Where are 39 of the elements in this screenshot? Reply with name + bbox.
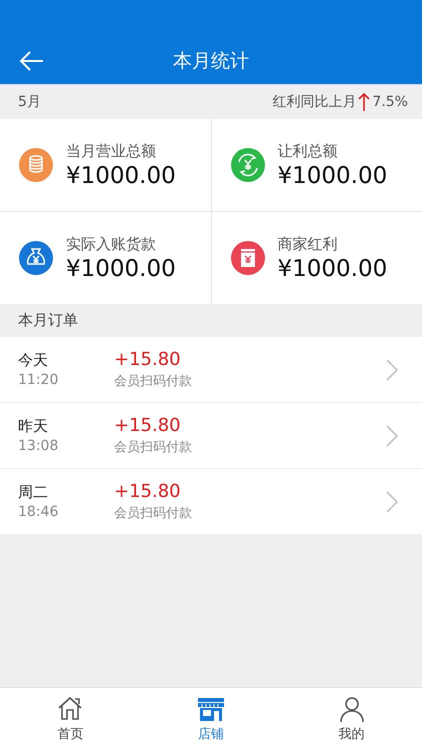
- order-time: 18:46: [18, 504, 60, 520]
- order-row[interactable]: 昨天 13:08 +15.80 会员扫码付款: [0, 403, 422, 468]
- order-amount: +15.80: [114, 415, 182, 436]
- chevron-icon: [386, 490, 398, 512]
- stat-label: 让利总额: [278, 142, 338, 160]
- order-time: 13:08: [18, 438, 60, 454]
- month-label: 5月: [18, 93, 41, 111]
- stat-value: ¥1000.00: [66, 256, 176, 282]
- person-icon: [338, 695, 366, 723]
- up-arrow-icon: [358, 92, 370, 112]
- order-time: 11:20: [18, 372, 60, 388]
- stat-label: 实际入账货款: [66, 234, 157, 254]
- section-title: 本月订单: [18, 311, 78, 330]
- trend-value: 7.5%: [372, 94, 408, 110]
- chevron-icon: [386, 424, 398, 446]
- order-description: 会员扫码付款: [114, 505, 193, 522]
- home-icon: [56, 695, 84, 723]
- order-day: 昨天: [18, 417, 114, 436]
- stat-value: ¥1000.00: [66, 162, 176, 188]
- order-amount: +15.80: [114, 349, 182, 370]
- tab-item[interactable]: 店铺: [140, 688, 282, 750]
- tab-item[interactable]: 我的: [281, 688, 422, 750]
- stat-label: 商家红利: [278, 234, 338, 254]
- chevron-icon: [386, 358, 398, 380]
- stat-label: 当月营业总额: [66, 142, 157, 160]
- order-day: 周二: [18, 483, 114, 502]
- order-row[interactable]: 今天 11:20 +15.80 会员扫码付款: [0, 337, 422, 402]
- order-description: 会员扫码付款: [114, 439, 193, 456]
- order-amount: +15.80: [114, 481, 182, 502]
- order-description: 会员扫码付款: [114, 373, 193, 390]
- tab-item[interactable]: 首页: [0, 688, 141, 750]
- stat-value: ¥1000.00: [278, 162, 388, 188]
- stat-value: ¥1000.00: [278, 256, 388, 282]
- back-icon[interactable]: [18, 50, 44, 72]
- page-title: 本月统计: [173, 49, 249, 74]
- order-row[interactable]: 周二 18:46 +15.80 会员扫码付款: [0, 469, 422, 534]
- order-day: 今天: [18, 351, 114, 370]
- trend-label: 红利同比上月: [272, 93, 356, 111]
- store-icon: [197, 695, 225, 723]
